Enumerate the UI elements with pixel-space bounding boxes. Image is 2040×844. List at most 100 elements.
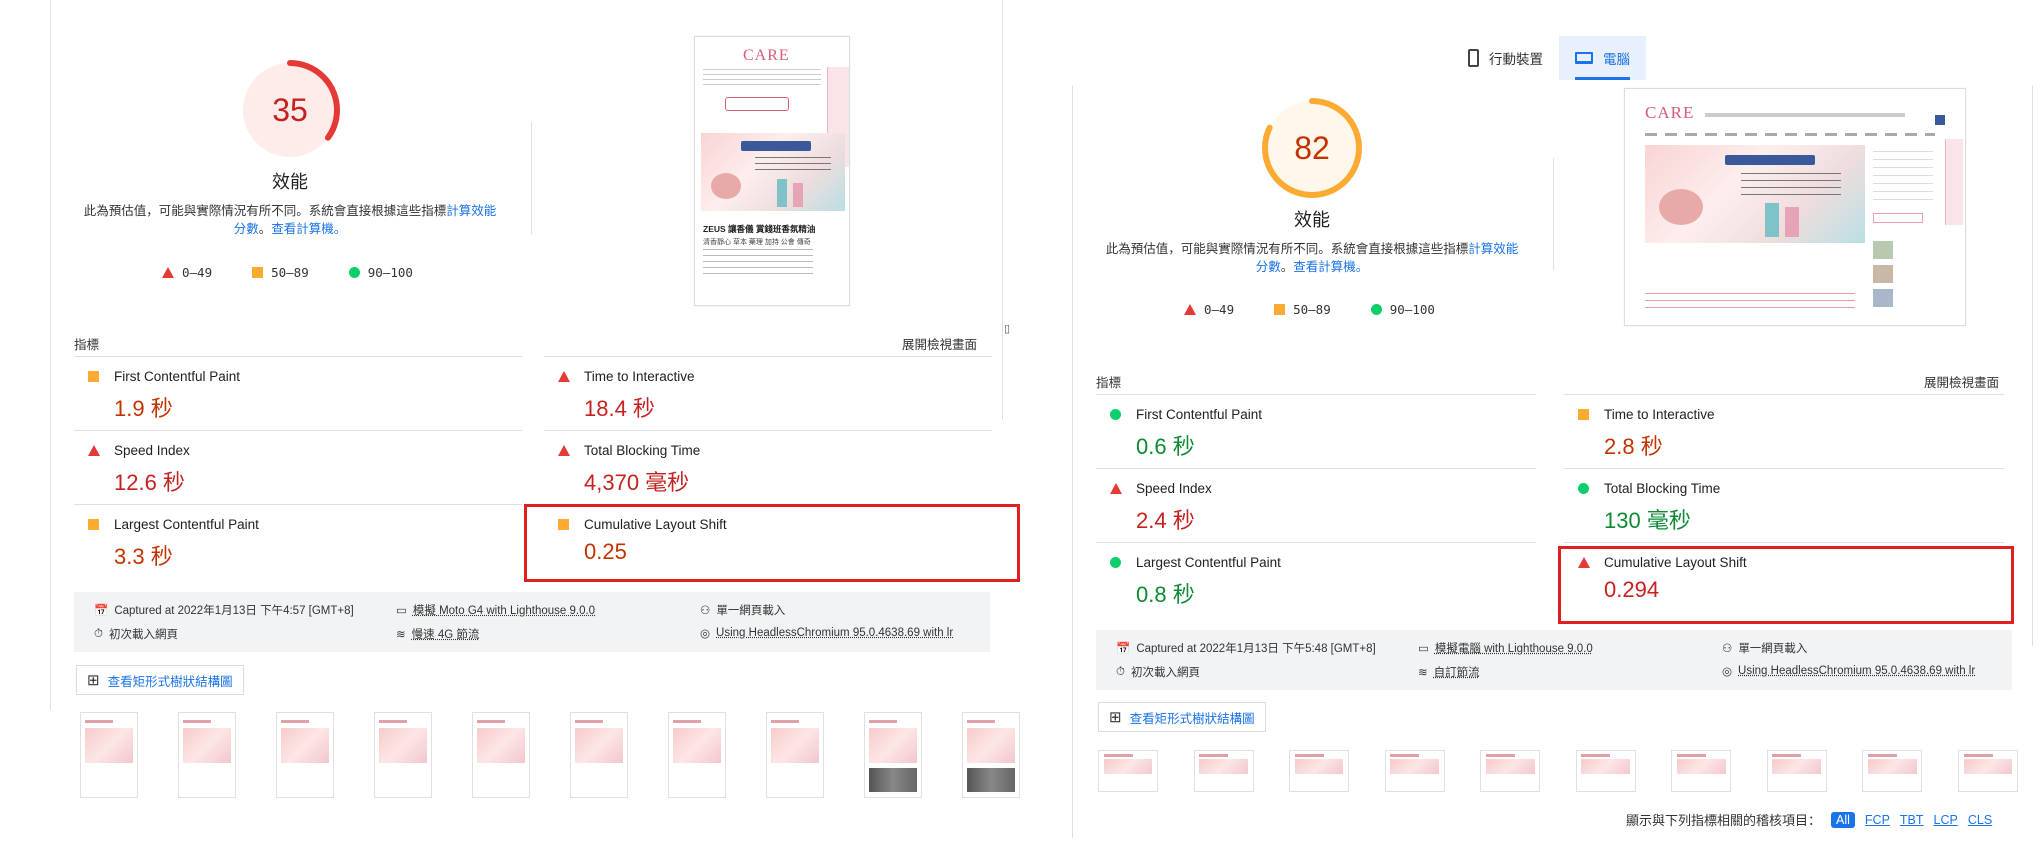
right-expand-view-link[interactable]: 展開檢視畫面: [1924, 372, 1999, 391]
calendar-icon: 📅: [1116, 643, 1131, 655]
left-browser-text[interactable]: Using HeadlessChromium 95.0.4638.69 with…: [716, 627, 953, 639]
left-scroll-indicator-icon[interactable]: ▯: [1004, 322, 1010, 335]
person-icon: ⚇: [1722, 643, 1733, 655]
filter-chip-lcp[interactable]: LCP: [1934, 813, 1958, 827]
legend-fail-label: 0–49: [1204, 302, 1235, 317]
filmstrip-frame: [80, 712, 138, 798]
filmstrip-frame: [1384, 750, 1445, 792]
right-calculator-link[interactable]: 查看計算機。: [1293, 260, 1368, 274]
average-square-icon: [1578, 409, 1589, 420]
right-final-screenshot: CARE: [1624, 88, 1966, 326]
right-browser-text[interactable]: Using HeadlessChromium 95.0.4638.69 with…: [1738, 665, 1975, 677]
left-network-text[interactable]: 慢速 4G 節流: [412, 626, 480, 642]
left-load-text: 初次載入網頁: [108, 629, 178, 641]
metric-name: Total Blocking Time: [1604, 481, 1721, 496]
legend-average-label: 50–89: [271, 265, 309, 280]
device-icon: ▭: [1418, 643, 1429, 655]
average-square-icon: [252, 267, 264, 278]
left-final-screenshot: CARE ZEUS 讓香儀 賞錢班香氛精油 清香靜心 草本 藥理 加持 公會 傳…: [694, 36, 850, 306]
filmstrip-frame: [766, 712, 824, 798]
left-score-text: 35: [272, 92, 308, 128]
right-performance-gauge: 82 效能 此為預估值，可能與實際情況有所不同。系統會直接根據這些指標計算效能分…: [1102, 96, 1522, 276]
tab-mobile[interactable]: 行動裝置: [1452, 36, 1559, 80]
right-load-text: 初次載入網頁: [1130, 667, 1200, 679]
metric-value: 1.9 秒: [114, 396, 173, 421]
pass-circle-icon: [1370, 304, 1382, 315]
filmstrip-frame: [1193, 750, 1254, 792]
metric-time-to-interactive: Time to Interactive 2.8 秒: [1564, 394, 2004, 468]
legend-pass-label: 90–100: [367, 265, 413, 280]
pass-circle-icon: [1110, 409, 1121, 420]
metric-time-to-interactive: Time to Interactive 18.4 秒: [544, 356, 992, 430]
fail-triangle-icon: [162, 267, 174, 278]
form-factor-tabs: 行動裝置 電腦: [1452, 36, 1646, 80]
person-icon: ⚇: [700, 605, 711, 617]
metric-name: Largest Contentful Paint: [114, 517, 259, 532]
right-captured-text: Captured at 2022年1月13日 下午5:48 [GMT+8]: [1136, 643, 1376, 655]
left-gauge-title: 效能: [272, 172, 308, 192]
chromium-icon: ◎: [700, 628, 711, 640]
filmstrip-frame: [1671, 750, 1732, 792]
left-treemap-button[interactable]: ⊞ 查看矩形式樹狀結構圖: [76, 665, 244, 695]
left-gauge-description: 此為預估值，可能與實際情況有所不同。系統會直接根據這些指標計算效能分數。查看計算…: [80, 202, 500, 238]
right-metrics-label: 指標: [1096, 376, 1122, 390]
right-gauge-description: 此為預估值，可能與實際情況有所不同。系統會直接根據這些指標計算效能分數。查看計算…: [1102, 240, 1522, 276]
right-filmstrip: [1098, 750, 2018, 792]
right-treemap-button[interactable]: ⊞ 查看矩形式樹狀結構圖: [1098, 702, 1266, 732]
left-filmstrip: [80, 712, 1020, 798]
preview-article-lines: [1645, 293, 1855, 309]
left-calculator-link[interactable]: 查看計算機。: [271, 222, 346, 236]
right-gauge-divider: [1553, 158, 1554, 270]
filter-chip-all[interactable]: All: [1831, 811, 1855, 828]
metric-speed-index: Speed Index 2.4 秒: [1096, 468, 1536, 542]
filmstrip-frame: [472, 712, 530, 798]
filter-chip-cls[interactable]: CLS: [1968, 813, 1992, 827]
fail-triangle-icon: [1184, 304, 1196, 315]
treemap-icon: ⊞: [1109, 709, 1122, 726]
metric-name: First Contentful Paint: [114, 369, 241, 384]
metric-value: 130 毫秒: [1604, 508, 1691, 533]
left-panel-border: [50, 0, 51, 710]
filmstrip-frame: [374, 712, 432, 798]
fail-triangle-icon: [558, 445, 570, 456]
left-captured-text: Captured at 2022年1月13日 下午4:57 [GMT+8]: [114, 605, 354, 617]
left-score-legend: 0–49 50–89 90–100: [162, 265, 413, 280]
preview-text-lines: [703, 69, 821, 89]
right-network-text[interactable]: 自訂節流: [1434, 664, 1480, 680]
audit-filter-label: 顯示與下列指標相關的稽核項目：: [1626, 813, 1822, 828]
left-cls-highlight: [524, 504, 1020, 582]
timer-icon: ⏱: [94, 627, 103, 640]
legend-average-label: 50–89: [1293, 302, 1331, 317]
right-device-text[interactable]: 模擬電腦 with Lighthouse 9.0.0: [1435, 640, 1593, 656]
metric-value: 18.4 秒: [584, 396, 655, 421]
filmstrip-frame: [962, 712, 1020, 798]
right-score-gauge-icon: 82: [1262, 98, 1362, 198]
left-runtime-info: 📅 Captured at 2022年1月13日 下午4:57 [GMT+8] ▭…: [74, 592, 990, 652]
fail-triangle-icon: [88, 445, 100, 456]
metric-name: Time to Interactive: [1604, 407, 1715, 422]
filmstrip-frame: [178, 712, 236, 798]
right-runtime-info: 📅 Captured at 2022年1月13日 下午5:48 [GMT+8] ▭…: [1096, 630, 2012, 690]
filter-chip-tbt[interactable]: TBT: [1900, 813, 1924, 827]
timer-icon: ⏱: [1116, 665, 1125, 678]
filmstrip-frame: [570, 712, 628, 798]
left-panel-scrollbar-track: [1002, 0, 1003, 420]
left-expand-view-link[interactable]: 展開檢視畫面: [902, 334, 977, 353]
filmstrip-frame: [668, 712, 726, 798]
legend-fail-label: 0–49: [182, 265, 213, 280]
left-treemap-label: 查看矩形式樹狀結構圖: [107, 674, 233, 689]
right-gauge-title: 效能: [1294, 210, 1330, 230]
pass-circle-icon: [1578, 483, 1589, 494]
chromium-icon: ◎: [1722, 666, 1733, 678]
right-score-text: 82: [1294, 130, 1330, 166]
filmstrip-frame: [1575, 750, 1636, 792]
tab-desktop[interactable]: 電腦: [1559, 36, 1646, 80]
left-metrics-label: 指標: [74, 338, 100, 352]
left-device-text[interactable]: 模擬 Moto G4 with Lighthouse 9.0.0: [413, 602, 595, 618]
filmstrip-frame: [1098, 750, 1158, 792]
laptop-icon: [1575, 52, 1593, 64]
tab-mobile-label: 行動裝置: [1489, 52, 1543, 67]
preview-sidebar: [1869, 145, 1939, 315]
filter-chip-fcp[interactable]: FCP: [1865, 813, 1890, 827]
treemap-icon: ⊞: [87, 672, 100, 689]
